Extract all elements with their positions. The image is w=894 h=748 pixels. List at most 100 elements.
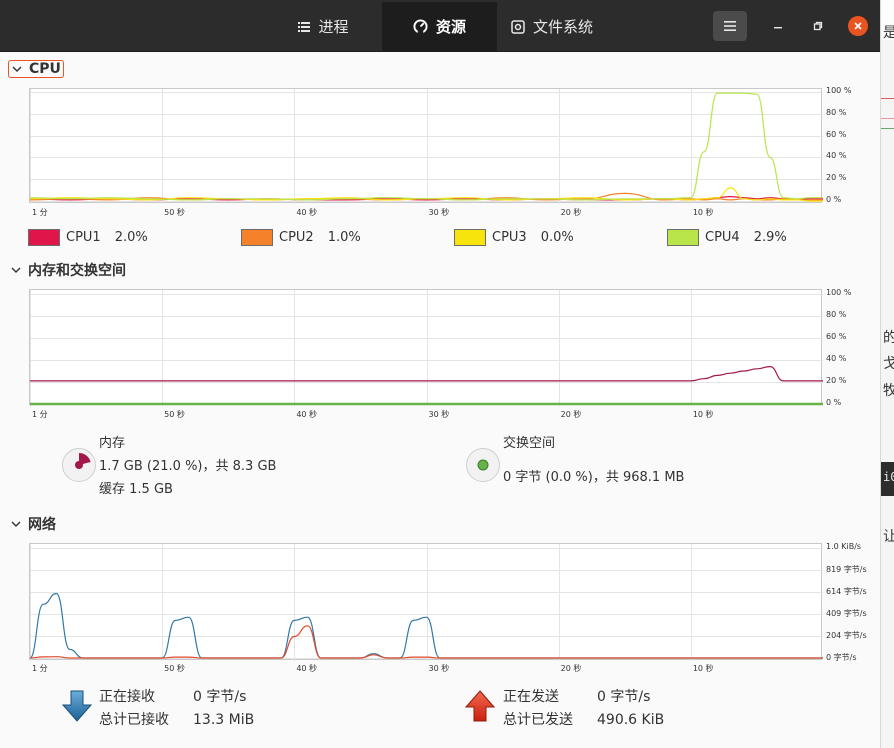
tab-resources[interactable]: 资源 [382, 2, 497, 51]
edge-text-3: 戈 [883, 353, 894, 373]
cpu2-name: CPU2 [279, 230, 314, 245]
cpu-section-title: CPU [29, 61, 61, 77]
network-x-tick: 50 秒 [164, 664, 185, 673]
cpu2-legend[interactable]: CPU2 1.0% [241, 229, 361, 246]
hamburger-icon [724, 21, 736, 31]
sending-value: 0 字节/s [597, 689, 651, 705]
network-graph-svg [30, 544, 823, 661]
cpu2-color-swatch[interactable] [241, 229, 273, 246]
chevron-down-icon [11, 267, 21, 273]
memory-x-tick: 20 秒 [560, 410, 582, 419]
memory-section-title: 内存和交换空间 [28, 263, 126, 279]
chevron-down-icon [11, 521, 21, 527]
memory-y-tick: 40 % [826, 354, 847, 363]
cpu-x-tick: 20 秒 [560, 208, 582, 217]
swap-pie-chart[interactable] [466, 448, 500, 482]
cpu2-value: 1.0% [327, 230, 361, 245]
gauge-icon [413, 19, 428, 34]
swap-info: 交换空间 0 字节 (0.0 %)，共 968.1 MB [503, 432, 684, 489]
network-x-tick: 40 秒 [296, 664, 318, 673]
cpu3-legend[interactable]: CPU3 0.0% [454, 229, 574, 246]
tab-processes[interactable]: 进程 [265, 2, 382, 51]
memory-series-内存 [30, 365, 823, 382]
memory-pie-center [75, 461, 83, 469]
tab-filesystems-label: 文件系统 [532, 18, 593, 36]
cpu1-color-swatch[interactable] [28, 229, 60, 246]
download-arrow-icon[interactable] [62, 690, 92, 722]
receive-info: 正在接收 0 字节/s 总计已接收 13.3 MiB [99, 686, 254, 732]
memory-usage: 1.7 GB (21.0 %)，共 8.3 GB [99, 459, 277, 474]
restore-icon [813, 21, 823, 31]
cpu-x-tick: 1 分 [32, 208, 48, 217]
network-y-tick: 409 字节/s [826, 609, 867, 618]
memory-pie-chart[interactable] [62, 448, 96, 482]
cpu-section-header[interactable]: CPU [8, 60, 64, 78]
network-section-header[interactable]: 网络 [10, 514, 56, 534]
cpu4-legend[interactable]: CPU4 2.9% [667, 229, 787, 246]
background-window-edge: 是 的 戈 牧 i0 让 [880, 0, 894, 748]
cpu3-name: CPU3 [492, 230, 527, 245]
memory-pie-graphic [75, 453, 91, 469]
memory-x-tick: 40 秒 [296, 410, 318, 419]
disk-icon [511, 19, 525, 34]
network-history-graph [29, 543, 823, 661]
memory-section-header[interactable]: 内存和交换空间 [10, 260, 126, 280]
cpu-history-graph [29, 88, 823, 204]
memory-history-graph [29, 289, 823, 406]
memory-y-tick: 0 % [826, 398, 842, 407]
memory-cache: 缓存 1.5 GB [99, 482, 173, 497]
edge-text-1: 是 [883, 22, 894, 42]
cpu-y-tick: 80 % [826, 107, 847, 117]
memory-x-tick: 1 分 [32, 410, 48, 419]
tab-processes-label: 进程 [318, 18, 349, 36]
network-x-tick: 10 秒 [692, 664, 714, 673]
total-received-value: 13.3 MiB [193, 712, 255, 728]
cpu1-legend[interactable]: CPU1 2.0% [28, 229, 148, 246]
memory-y-tick: 60 % [826, 332, 847, 341]
send-info: 正在发送 0 字节/s 总计已发送 490.6 KiB [503, 686, 664, 732]
memory-x-tick: 50 秒 [164, 410, 185, 419]
network-series-正在接收 [30, 592, 823, 659]
swap-label: 交换空间 [503, 436, 556, 451]
memory-label: 内存 [99, 436, 126, 451]
upload-arrow-icon[interactable] [465, 690, 495, 722]
memory-y-tick: 20 % [826, 376, 847, 385]
cpu-y-tick: 20 % [826, 173, 847, 183]
minimize-icon [774, 27, 782, 29]
sending-label: 正在发送 [503, 689, 559, 705]
cpu4-name: CPU4 [705, 230, 740, 245]
cpu3-value: 0.0% [540, 230, 574, 245]
memory-x-tick: 10 秒 [692, 410, 714, 419]
cpu3-color-swatch[interactable] [454, 229, 486, 246]
menu-button[interactable] [713, 11, 747, 41]
cpu-series-CPU4 [30, 92, 823, 201]
network-series-正在发送 [30, 625, 823, 659]
cpu4-color-swatch[interactable] [667, 229, 699, 246]
cpu-y-tick: 40 % [826, 151, 847, 161]
total-sent-value: 490.6 KiB [597, 712, 665, 728]
restore-button[interactable] [808, 16, 828, 36]
total-sent-label: 总计已发送 [503, 712, 573, 728]
cpu-y-tick: 60 % [826, 129, 847, 139]
header-bar: 进程 资源 文件系统 [0, 0, 880, 52]
memory-y-tick: 100 % [826, 288, 852, 297]
cpu-x-tick: 50 秒 [164, 208, 185, 217]
memory-graph-svg [30, 290, 823, 406]
cpu1-name: CPU1 [66, 230, 101, 245]
receiving-value: 0 字节/s [193, 689, 247, 705]
minimize-button[interactable] [768, 16, 788, 36]
swap-pie-graphic [477, 459, 489, 471]
network-x-tick: 20 秒 [560, 664, 582, 673]
memory-y-tick: 80 % [826, 310, 847, 319]
cpu-x-tick: 30 秒 [428, 208, 450, 217]
cpu-x-tick: 40 秒 [296, 208, 318, 217]
list-icon [298, 21, 311, 32]
close-button[interactable] [848, 16, 868, 36]
network-y-tick: 204 字节/s [826, 631, 867, 640]
receiving-label: 正在接收 [99, 689, 155, 705]
tab-filesystems[interactable]: 文件系统 [497, 2, 607, 51]
edge-text-2: 的 [883, 327, 894, 347]
cpu-graph-svg [30, 89, 823, 204]
total-received-label: 总计已接收 [99, 712, 169, 728]
network-y-tick: 819 字节/s [826, 565, 867, 574]
